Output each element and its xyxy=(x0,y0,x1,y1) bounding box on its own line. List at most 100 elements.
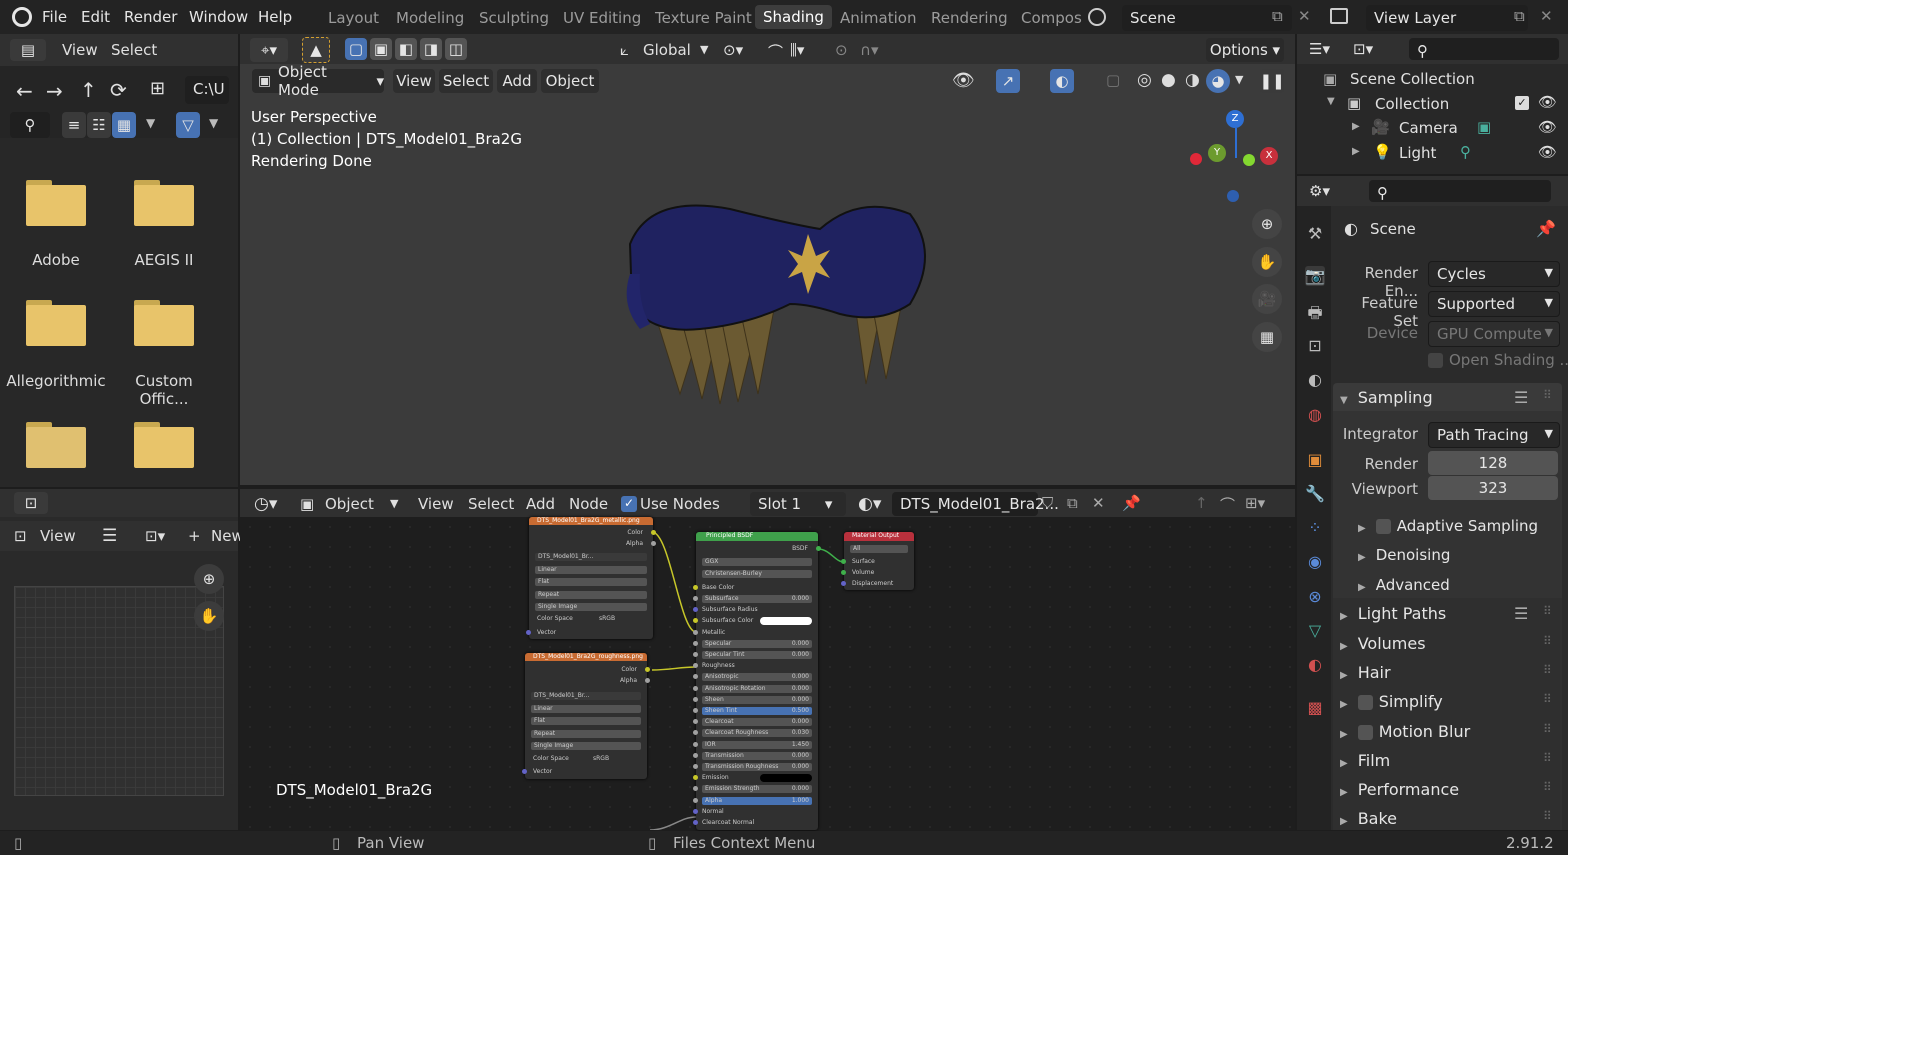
interpolation-dropdown[interactable]: Linear xyxy=(535,566,647,574)
motion-blur-panel[interactable]: ▶ Motion Blur ⠿ xyxy=(1340,722,1562,741)
tab-texture-paint[interactable]: Texture Paint xyxy=(655,9,752,27)
menu-render[interactable]: Render xyxy=(124,8,177,26)
folder-label[interactable]: AEGIS II xyxy=(109,251,219,269)
rendered-shading-icon[interactable]: ◕ xyxy=(1206,69,1230,93)
exclude-checkbox[interactable]: ✓ xyxy=(1515,96,1529,110)
drag-handle-icon[interactable]: ⠿ xyxy=(1543,634,1552,648)
drag-handle-icon[interactable]: ⠿ xyxy=(1543,751,1552,765)
gizmo-x-axis[interactable]: X xyxy=(1260,147,1278,165)
bsdf-input-socket[interactable] xyxy=(693,708,698,713)
parent-node-tree-icon[interactable]: ↑ xyxy=(1195,494,1208,512)
material-shading-icon[interactable]: ◑ xyxy=(1185,70,1200,90)
scene-collection-label[interactable]: Scene Collection xyxy=(1350,70,1475,88)
gizmo-neg-x[interactable] xyxy=(1190,153,1202,165)
use-nodes-checkbox[interactable]: ✓ xyxy=(621,496,637,512)
material-tab-icon[interactable]: ◐ xyxy=(1305,655,1325,675)
color-swatch[interactable] xyxy=(760,617,812,626)
menu-edit[interactable]: Edit xyxy=(81,8,110,26)
gizmo-neg-y[interactable] xyxy=(1243,154,1255,166)
folder-icon[interactable] xyxy=(26,180,86,226)
physics-tab-icon[interactable]: ◉ xyxy=(1305,552,1325,572)
hair-panel[interactable]: ▶ Hair ⠿ xyxy=(1340,663,1562,682)
subsurface-method-dropdown[interactable]: Christensen-Burley xyxy=(702,570,812,578)
bsdf-input-socket[interactable] xyxy=(693,596,698,601)
gizmo-neg-z[interactable] xyxy=(1227,190,1239,202)
select-subtract-icon[interactable]: ◧ xyxy=(395,38,417,60)
presets-icon[interactable]: ☰ xyxy=(1514,604,1528,623)
display-mode-icon[interactable]: ⊡▾ xyxy=(1353,40,1373,58)
bsdf-input-socket[interactable] xyxy=(693,820,698,825)
pin-icon[interactable]: 📌 xyxy=(1122,494,1141,512)
folder-icon[interactable] xyxy=(26,422,86,468)
device-dropdown[interactable]: GPU Compute ▼ xyxy=(1428,321,1560,347)
node-menu-add[interactable]: Add xyxy=(526,495,555,513)
bra-model[interactable] xyxy=(610,154,940,414)
menu-file[interactable]: File xyxy=(42,8,67,26)
transform-orientation-icon[interactable]: ⟀ xyxy=(620,41,629,59)
wireframe-shading-icon[interactable]: ◎ xyxy=(1137,70,1152,90)
hand-icon[interactable]: ✋ xyxy=(1252,247,1282,277)
bsdf-input-row[interactable]: IOR 1.450 xyxy=(702,740,812,749)
zoom-icon[interactable]: ⊕ xyxy=(1252,209,1282,239)
film-panel[interactable]: ▶ Film ⠿ xyxy=(1340,751,1562,770)
filter-icon[interactable]: ▽ xyxy=(176,112,200,138)
base-color-socket[interactable] xyxy=(693,585,698,590)
extension-dropdown[interactable]: Repeat xyxy=(535,591,647,599)
node-menu-node[interactable]: Node xyxy=(569,495,608,513)
denoising-subpanel[interactable]: ▶ Denoising xyxy=(1358,546,1568,564)
forward-arrow-icon[interactable]: → xyxy=(46,79,63,103)
bsdf-input-socket[interactable] xyxy=(693,640,698,646)
fb-menu-view[interactable]: View xyxy=(62,41,98,59)
collection-label[interactable]: Collection xyxy=(1375,95,1449,113)
folder-icon[interactable] xyxy=(26,300,86,346)
node-menu-view[interactable]: View xyxy=(418,495,454,513)
bsdf-input-row[interactable]: Anisotropic Rotation 0.000 xyxy=(702,684,812,693)
overlay-toggle-icon[interactable]: ◐ xyxy=(1050,69,1074,93)
outliner-item-camera[interactable]: Camera xyxy=(1399,119,1458,137)
image-icon[interactable]: ⊡ xyxy=(14,527,27,545)
bsdf-input-row[interactable]: Specular 0.000 xyxy=(702,639,812,648)
projection-dropdown[interactable]: Flat xyxy=(531,717,641,725)
texture-tab-icon[interactable]: ▩ xyxy=(1305,698,1325,718)
duplicate-material-icon[interactable]: ⧉ xyxy=(1067,494,1078,512)
tab-animation[interactable]: Animation xyxy=(840,9,916,27)
drag-handle-icon[interactable]: ⠿ xyxy=(1543,780,1552,794)
viewport-menu-add[interactable]: Add xyxy=(497,69,537,93)
feature-set-dropdown[interactable]: Supported ▼ xyxy=(1428,291,1560,317)
folder-icon[interactable] xyxy=(134,180,194,226)
render-tab-icon[interactable]: 📷 xyxy=(1305,266,1325,286)
snap-increment-icon[interactable]: ⫼▾ xyxy=(790,41,804,59)
viewport-menu-select[interactable]: Select xyxy=(439,69,493,93)
parent-dir-icon[interactable]: ↑ xyxy=(80,78,97,102)
visibility-eye-icon[interactable]: 👁 xyxy=(952,70,975,91)
source-dropdown[interactable]: Single Image xyxy=(531,742,641,750)
output-tab-icon[interactable]: 🖶 xyxy=(1305,302,1325,322)
options-dropdown[interactable]: Options ▾ xyxy=(1206,38,1284,62)
image-texture-node[interactable]: DTS_Model01_Bra2G_roughness.png Color Al… xyxy=(522,653,650,779)
snap-icon[interactable]: ⌒ xyxy=(1220,494,1235,515)
fb-menu-select[interactable]: Select xyxy=(111,41,157,59)
performance-panel[interactable]: ▶ Performance ⠿ xyxy=(1340,780,1562,799)
simplify-panel[interactable]: ▶ Simplify ⠿ xyxy=(1340,692,1562,711)
select-extend-icon[interactable]: ▣ xyxy=(370,38,392,60)
bsdf-input-row[interactable]: Alpha 1.000 xyxy=(702,796,812,805)
viewport-menu-object[interactable]: Object xyxy=(541,69,599,93)
gizmo-z-axis[interactable]: Z xyxy=(1226,110,1244,128)
outliner-item-light[interactable]: Light xyxy=(1399,144,1436,162)
shader-type-dropdown[interactable]: Object xyxy=(325,495,374,513)
drag-handle-icon[interactable]: ⠿ xyxy=(1543,604,1552,618)
chevron-down-icon[interactable]: ▼ xyxy=(390,497,398,510)
light-data-icon[interactable]: ⚲ xyxy=(1460,143,1471,161)
navigation-gizmo[interactable]: Z Y X xyxy=(1190,110,1280,204)
drag-handle-icon[interactable]: ⠿ xyxy=(1543,388,1552,402)
new-scene-icon[interactable]: ⧉ xyxy=(1272,7,1283,25)
bsdf-input-socket[interactable] xyxy=(693,797,698,803)
eye-icon[interactable]: 👁 xyxy=(1538,93,1557,111)
bsdf-input-row[interactable]: Anisotropic 0.000 xyxy=(702,673,812,682)
blender-logo-icon[interactable] xyxy=(12,7,32,27)
source-dropdown[interactable]: Single Image xyxy=(535,603,647,611)
data-tab-icon[interactable]: ▽ xyxy=(1305,621,1325,641)
ortho-grid-icon[interactable]: ▦ xyxy=(1252,322,1282,352)
constraints-tab-icon[interactable]: ⊗ xyxy=(1305,587,1325,607)
editor-type-icon[interactable]: ⊡ xyxy=(14,492,48,514)
